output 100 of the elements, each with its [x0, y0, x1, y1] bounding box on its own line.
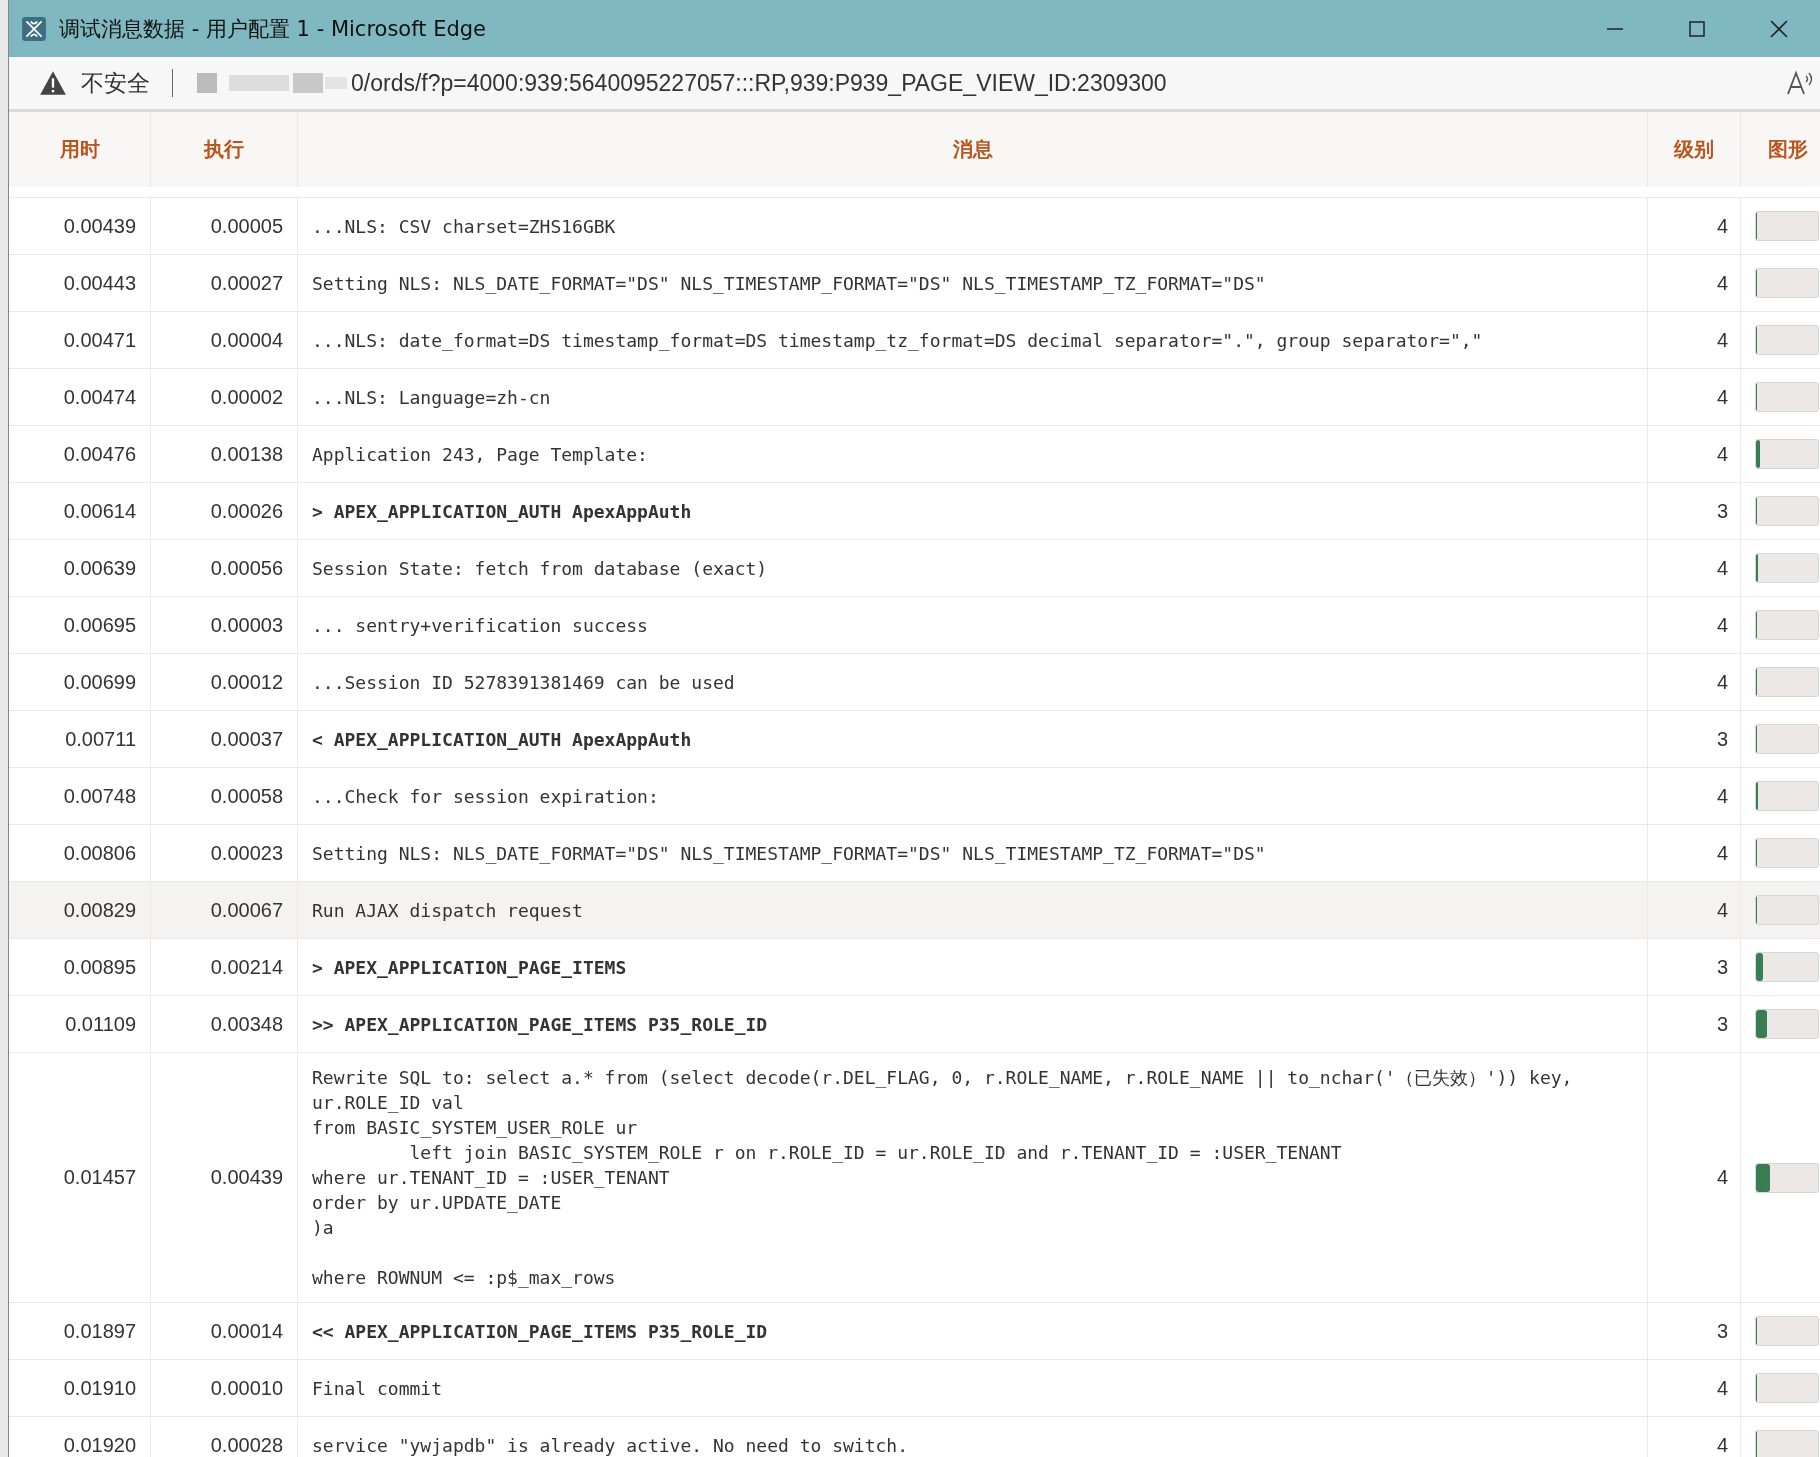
table-row[interactable]: 0.00695 0.00003 ... sentry+verification success 4 — [9, 596, 1820, 653]
table-cell: 0.00027 — [210, 271, 283, 295]
table-cell-text: ...NLS: Language=zh-cn — [312, 385, 551, 410]
table-cell: 0.00614 — [63, 499, 136, 523]
minimize-icon — [1606, 27, 1624, 30]
address-bar[interactable]: 不安全 0/ords/f?p=4000:939:5640095227057:::RP,939:P939_PAGE_VIEW_ID:2309300 — [9, 57, 1820, 112]
time-bar — [1755, 1430, 1819, 1457]
table-row[interactable] — [9, 1052, 1820, 1302]
table-cell: 0.00037 — [210, 727, 283, 751]
table-row[interactable]: 0.00471 0.00004 ...NLS: date_format=DS timestamp_format=DS timestamp_tz_format=DS decimal separator=".", group separator="," 4 — [9, 311, 1820, 368]
table-cell: 0.00639 — [63, 556, 136, 580]
time-bar — [1755, 1316, 1819, 1346]
table-cell: 0.01910 — [63, 1376, 136, 1400]
table-row[interactable]: 0.00895 0.00214 > APEX_APPLICATION_PAGE_ITEMS 3 — [9, 938, 1820, 995]
table-cell: 0.00014 — [210, 1319, 283, 1343]
table-row[interactable]: 0.00439 0.00005 ...NLS: CSV charset=ZHS16GBK 4 — [9, 197, 1820, 254]
table-cell: 3 — [1716, 1012, 1728, 1036]
read-aloud-icon[interactable] — [1786, 70, 1814, 96]
table-cell-text: ...NLS: CSV charset=ZHS16GBK — [312, 214, 616, 239]
column-header: 消息 — [952, 136, 993, 163]
table-cell-text: > APEX_APPLICATION_PAGE_ITEMS — [312, 955, 627, 980]
table-row[interactable]: 0.00699 0.00012 ...Session ID 5278391381469 can be used 4 — [9, 653, 1820, 710]
table-row[interactable]: 0.01910 0.00010 Final commit 4 — [9, 1359, 1820, 1416]
table-cell-text: >> APEX_APPLICATION_PAGE_ITEMS P35_ROLE_ID — [312, 1012, 768, 1037]
table-cell-text: < APEX_APPLICATION_AUTH ApexAppAuth — [312, 727, 692, 752]
table-cell: 4 — [1716, 613, 1728, 637]
table-row[interactable]: 0.01920 0.00028 service "ywjapdb" is already active. No need to switch. 4 — [9, 1416, 1820, 1457]
url-text: 0/ords/f?p=4000:939:5640095227057:::RP,939:P939_PAGE_VIEW_ID:2309300 — [351, 69, 1168, 97]
table-cell: 0.00138 — [210, 442, 283, 466]
table-cell-text: Setting NLS: NLS_DATE_FORMAT="DS" NLS_TIMESTAMP_FORMAT="DS" NLS_TIMESTAMP_TZ_FORMAT="DS" — [312, 841, 1266, 866]
time-bar — [1755, 838, 1819, 868]
table-cell-text: ...Check for session expiration: — [312, 784, 659, 809]
table-cell: 4 — [1716, 271, 1728, 295]
column-header: 级别 — [1674, 137, 1714, 162]
table-cell: 0.00067 — [210, 898, 283, 922]
table-cell: 4 — [1716, 670, 1728, 694]
table-cell-text: Setting NLS: NLS_DATE_FORMAT="DS" NLS_TIMESTAMP_FORMAT="DS" NLS_TIMESTAMP_TZ_FORMAT="DS" — [312, 271, 1266, 296]
column-header: 用时 — [59, 137, 100, 162]
table-cell-text: ... sentry+verification success — [312, 613, 648, 638]
table-row[interactable]: 0.00474 0.00002 ...NLS: Language=zh-cn 4 — [9, 368, 1820, 425]
table-cell: 3 — [1716, 727, 1728, 751]
table-cell: 0.00748 — [63, 784, 136, 808]
maximize-icon — [1687, 18, 1707, 39]
table-cell: 4 — [1716, 328, 1728, 352]
warning-icon — [39, 70, 67, 96]
table-cell: 0.01109 — [65, 1012, 136, 1036]
table-cell: 0.00012 — [210, 670, 283, 694]
table-cell: 0.00056 — [210, 556, 283, 580]
table-cell: 0.00476 — [63, 442, 136, 466]
table-cell-text: Session State: fetch from database (exact) — [312, 556, 768, 581]
table-cell: 4 — [1716, 442, 1728, 466]
column-header: 执行 — [204, 137, 244, 162]
table-cell: 4 — [1716, 841, 1728, 865]
table-cell: 0.00439 — [210, 1166, 283, 1189]
table-cell: 4 — [1716, 1376, 1728, 1400]
table-row[interactable]: 0.01897 0.00014 << APEX_APPLICATION_PAGE_ITEMS P35_ROLE_ID 3 — [9, 1302, 1820, 1359]
table-cell-text: << APEX_APPLICATION_PAGE_ITEMS P35_ROLE_ID — [312, 1319, 768, 1344]
table-cell: 4 — [1716, 1433, 1728, 1457]
security-label: 不安全 — [81, 68, 150, 98]
time-bar — [1755, 268, 1819, 298]
table-cell: 0.00439 — [63, 214, 136, 238]
table-cell: 4 — [1716, 898, 1728, 922]
table-cell: 4 — [1716, 214, 1728, 238]
table-cell: 0.01920 — [63, 1433, 136, 1457]
table-cell: 0.01457 — [63, 1166, 136, 1189]
table-cell: 3 — [1716, 955, 1728, 979]
time-bar — [1755, 667, 1819, 697]
table-cell: 3 — [1716, 499, 1728, 523]
table-cell: 0.00699 — [63, 670, 136, 694]
table-row[interactable]: 0.00806 0.00023 Setting NLS: NLS_DATE_FORMAT="DS" NLS_TIMESTAMP_FORMAT="DS" NLS_TIMESTAMP_TZ_FORMAT="DS" 4 — [9, 824, 1820, 881]
table-cell: 0.00010 — [210, 1376, 283, 1400]
table-row[interactable]: 0.00711 0.00037 < APEX_APPLICATION_AUTH ApexAppAuth 3 — [9, 710, 1820, 767]
table-cell: 0.00471 — [63, 328, 136, 352]
table-cell: 3 — [1716, 1319, 1728, 1343]
time-bar — [1755, 211, 1819, 241]
table-cell-text: Run AJAX dispatch request — [312, 898, 583, 923]
table-cell: 0.00002 — [210, 385, 283, 409]
table-cell: 0.01897 — [63, 1319, 136, 1343]
table-row[interactable]: 0.00639 0.00056 Session State: fetch from database (exact) 4 — [9, 539, 1820, 596]
table-cell-text: Rewrite SQL to: select a.* from (select decode(r.DEL_FLAG, 0, r.ROLE_NAME, r.ROLE_NAME || to_nchar('（已失效）')) key, ur.ROLE_ID val from BASIC_SYSTEM_USER_ROLE ur left join BASIC_SYSTEM_ROLE r on r.ROLE_ID = ur.ROLE_ID and r.TENANT_ID = :USER_TENANT where ur.TENANT_ID = :USER_TENANT order by ur.UPDATE_DATE )a where ROWNUM <= :p$_max_rows — [312, 1066, 1573, 1290]
time-bar — [1755, 553, 1819, 583]
table-row[interactable]: 0.00748 0.00058 ...Check for session expiration: 4 — [9, 767, 1820, 824]
table-row[interactable]: 0.00476 0.00138 Application 243, Page Template: 4 — [9, 425, 1820, 482]
table-cell: 0.00895 — [63, 955, 136, 979]
column-header: 图形 — [1767, 136, 1808, 163]
table-cell: 4 — [1716, 1166, 1728, 1189]
time-bar — [1755, 610, 1819, 640]
table-row[interactable]: 0.00614 0.00026 > APEX_APPLICATION_AUTH ApexAppAuth 3 — [9, 482, 1820, 539]
table-row[interactable]: 0.01109 0.00348 >> APEX_APPLICATION_PAGE_ITEMS P35_ROLE_ID 3 — [9, 995, 1820, 1052]
table-cell: 0.00695 — [63, 613, 136, 637]
time-bar — [1755, 724, 1819, 754]
table-cell: 0.00028 — [210, 1433, 283, 1457]
time-bar — [1755, 952, 1819, 982]
table-cell: 0.00003 — [210, 613, 283, 637]
table-cell: 0.00711 — [65, 727, 136, 751]
table-row[interactable]: 0.00829 0.00067 Run AJAX dispatch request 4 — [9, 881, 1820, 938]
table-row[interactable]: 0.00443 0.00027 Setting NLS: NLS_DATE_FORMAT="DS" NLS_TIMESTAMP_FORMAT="DS" NLS_TIMESTAMP_TZ_FORMAT="DS" 4 — [9, 254, 1820, 311]
close-icon — [1769, 18, 1789, 39]
table-cell: 4 — [1716, 556, 1728, 580]
time-bar — [1755, 382, 1819, 412]
